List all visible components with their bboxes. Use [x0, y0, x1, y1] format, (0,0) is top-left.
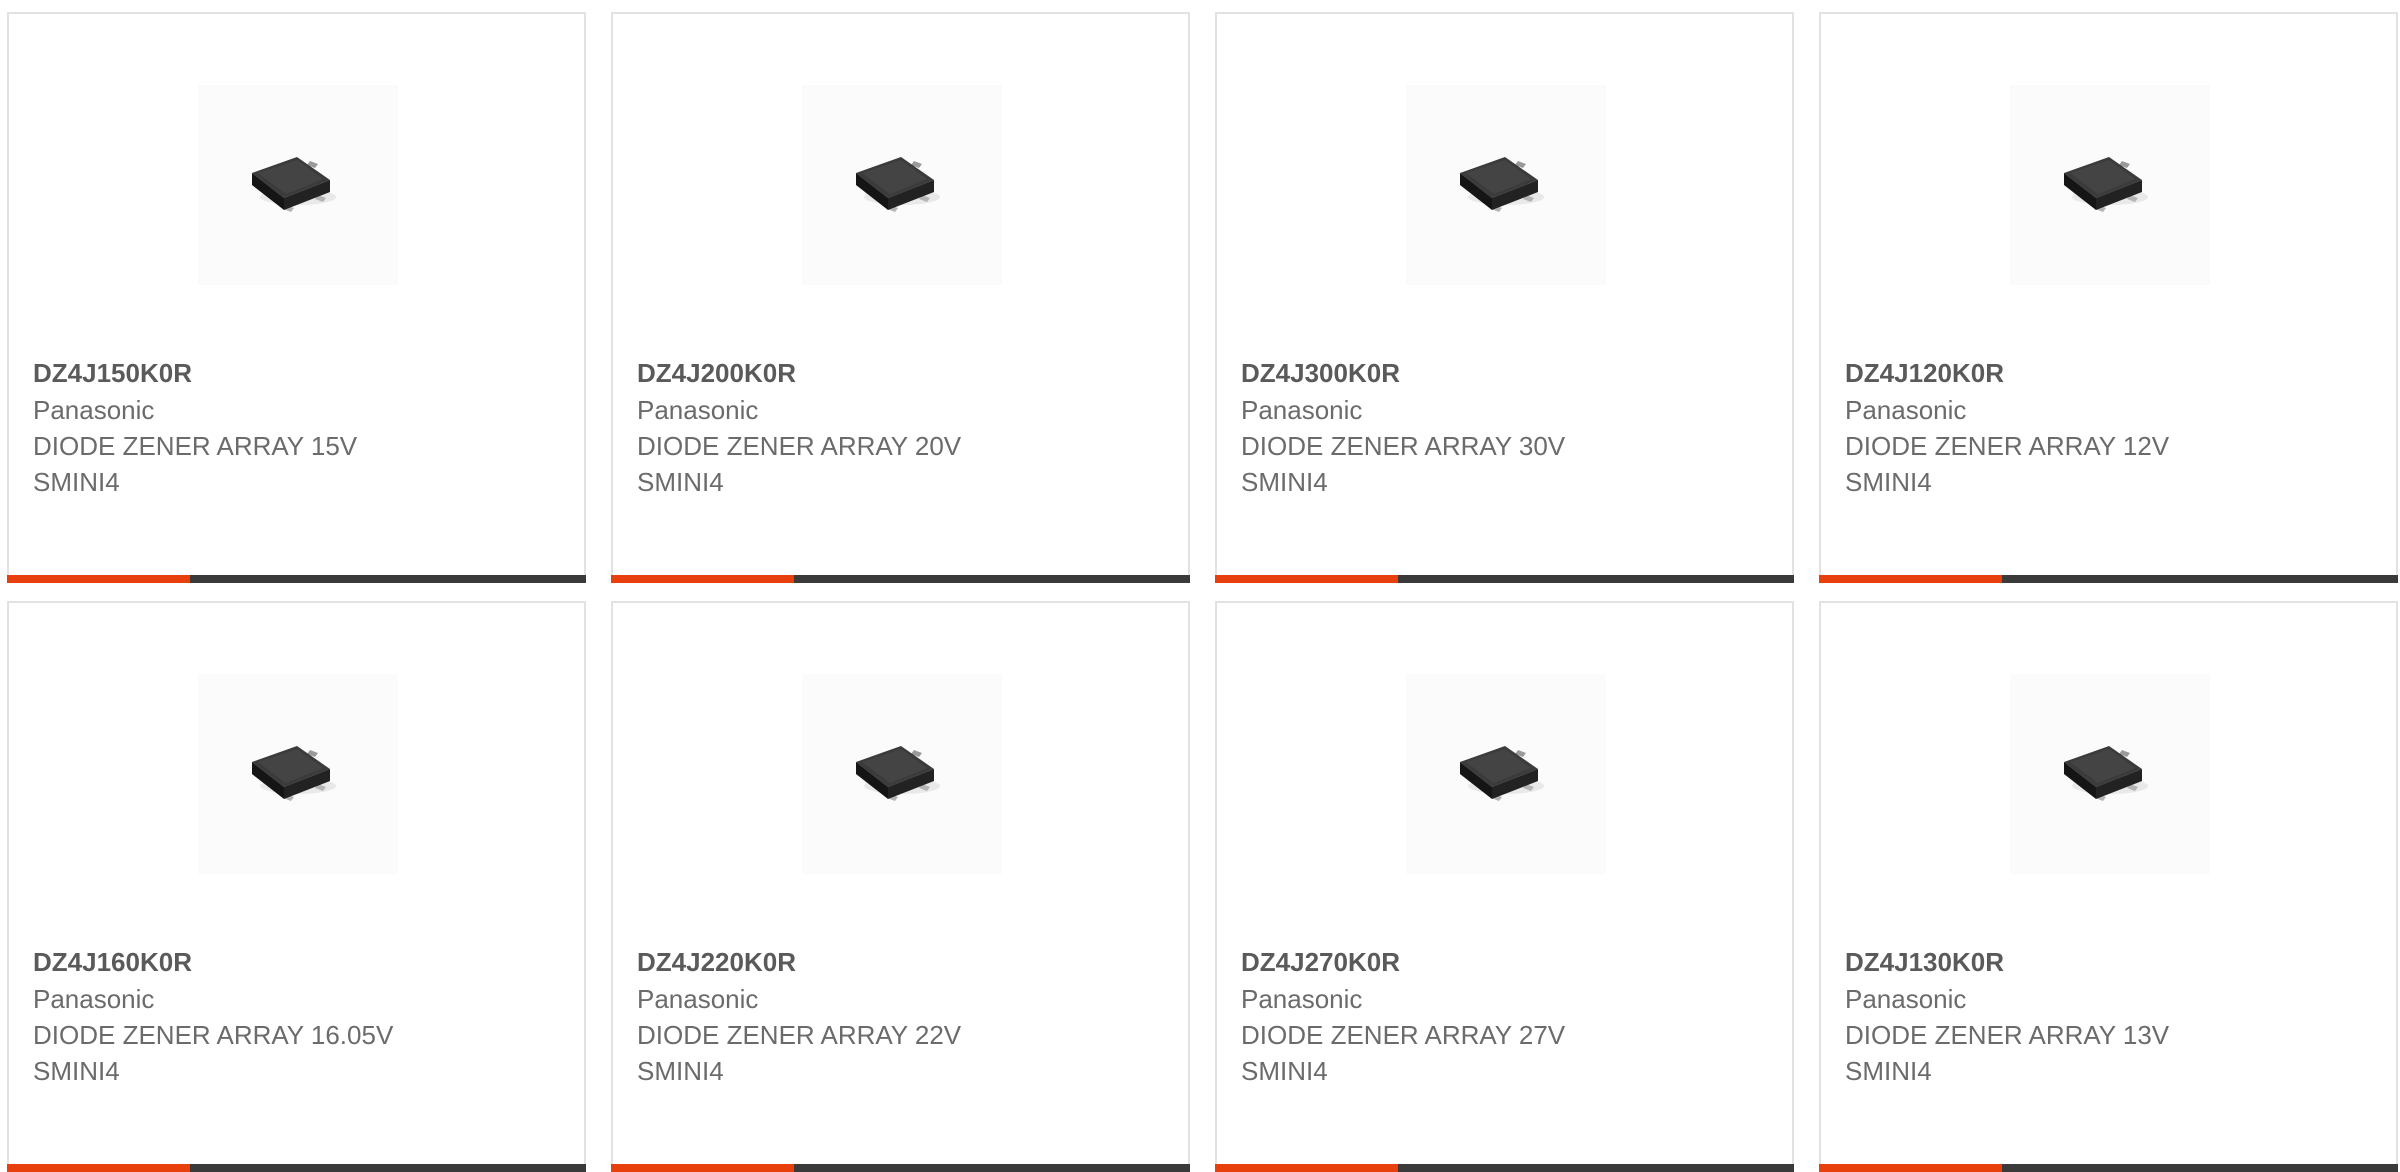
package: SMINI4 — [1241, 1056, 1328, 1086]
package: SMINI4 — [637, 467, 724, 497]
smd-diode-package-icon — [856, 157, 940, 212]
product-card[interactable]: DZ4J130K0R Panasonic DIODE ZENER ARRAY 1… — [1819, 601, 2398, 1172]
package: SMINI4 — [1845, 467, 1932, 497]
card-footer-bar — [1819, 1164, 2398, 1172]
manufacturer: Panasonic — [637, 395, 759, 425]
part-number[interactable]: DZ4J150K0R — [33, 354, 564, 392]
manufacturer: Panasonic — [1845, 984, 1967, 1014]
card-footer-bar — [1215, 575, 1794, 583]
smd-diode-package-icon — [252, 746, 336, 801]
card-accent-bar — [1819, 1164, 2002, 1172]
description: DIODE ZENER ARRAY 22V — [637, 1020, 962, 1050]
product-card[interactable]: DZ4J270K0R Panasonic DIODE ZENER ARRAY 2… — [1215, 601, 1794, 1172]
product-image[interactable] — [802, 85, 1002, 285]
part-number[interactable]: DZ4J220K0R — [637, 943, 1168, 981]
smd-diode-package-icon — [2064, 157, 2148, 212]
smd-diode-package-icon — [252, 157, 336, 212]
card-footer-bar — [1819, 575, 2398, 583]
product-image[interactable] — [198, 674, 398, 874]
part-number[interactable]: DZ4J120K0R — [1845, 354, 2376, 392]
card-accent-bar — [7, 1164, 190, 1172]
part-number[interactable]: DZ4J270K0R — [1241, 943, 1772, 981]
description: DIODE ZENER ARRAY 27V — [1241, 1020, 1566, 1050]
part-number[interactable]: DZ4J200K0R — [637, 354, 1168, 392]
card-accent-bar — [1819, 575, 2002, 583]
manufacturer: Panasonic — [1845, 395, 1967, 425]
product-image[interactable] — [2010, 674, 2210, 874]
package: SMINI4 — [1241, 467, 1328, 497]
manufacturer: Panasonic — [1241, 395, 1363, 425]
card-footer-bar — [1215, 1164, 1794, 1172]
card-footer-bar — [611, 1164, 1190, 1172]
card-footer-bar — [7, 575, 586, 583]
product-image[interactable] — [1406, 85, 1606, 285]
manufacturer: Panasonic — [33, 395, 155, 425]
smd-diode-package-icon — [1460, 157, 1544, 212]
card-accent-bar — [611, 575, 794, 583]
description: DIODE ZENER ARRAY 15V — [33, 431, 358, 461]
smd-diode-package-icon — [1460, 746, 1544, 801]
description: DIODE ZENER ARRAY 16.05V — [33, 1020, 394, 1050]
part-number[interactable]: DZ4J160K0R — [33, 943, 564, 981]
description: DIODE ZENER ARRAY 13V — [1845, 1020, 2170, 1050]
product-card[interactable]: DZ4J300K0R Panasonic DIODE ZENER ARRAY 3… — [1215, 12, 1794, 583]
card-accent-bar — [1215, 1164, 1398, 1172]
card-accent-bar — [611, 1164, 794, 1172]
manufacturer: Panasonic — [1241, 984, 1363, 1014]
smd-diode-package-icon — [2064, 746, 2148, 801]
description: DIODE ZENER ARRAY 20V — [637, 431, 962, 461]
product-image[interactable] — [802, 674, 1002, 874]
product-info: DZ4J150K0R Panasonic DIODE ZENER ARRAY 1… — [33, 354, 564, 500]
product-info: DZ4J220K0R Panasonic DIODE ZENER ARRAY 2… — [637, 943, 1168, 1089]
product-info: DZ4J120K0R Panasonic DIODE ZENER ARRAY 1… — [1845, 354, 2376, 500]
product-info: DZ4J160K0R Panasonic DIODE ZENER ARRAY 1… — [33, 943, 564, 1089]
package: SMINI4 — [637, 1056, 724, 1086]
product-info: DZ4J300K0R Panasonic DIODE ZENER ARRAY 3… — [1241, 354, 1772, 500]
card-accent-bar — [1215, 575, 1398, 583]
part-number[interactable]: DZ4J130K0R — [1845, 943, 2376, 981]
product-info: DZ4J270K0R Panasonic DIODE ZENER ARRAY 2… — [1241, 943, 1772, 1089]
card-footer-bar — [7, 1164, 586, 1172]
description: DIODE ZENER ARRAY 30V — [1241, 431, 1566, 461]
card-footer-bar — [611, 575, 1190, 583]
product-card[interactable]: DZ4J120K0R Panasonic DIODE ZENER ARRAY 1… — [1819, 12, 2398, 583]
product-card[interactable]: DZ4J220K0R Panasonic DIODE ZENER ARRAY 2… — [611, 601, 1190, 1172]
product-image[interactable] — [2010, 85, 2210, 285]
product-image[interactable] — [198, 85, 398, 285]
product-image[interactable] — [1406, 674, 1606, 874]
product-info: DZ4J200K0R Panasonic DIODE ZENER ARRAY 2… — [637, 354, 1168, 500]
package: SMINI4 — [33, 1056, 120, 1086]
product-info: DZ4J130K0R Panasonic DIODE ZENER ARRAY 1… — [1845, 943, 2376, 1089]
product-card[interactable]: DZ4J150K0R Panasonic DIODE ZENER ARRAY 1… — [7, 12, 586, 583]
manufacturer: Panasonic — [33, 984, 155, 1014]
part-number[interactable]: DZ4J300K0R — [1241, 354, 1772, 392]
description: DIODE ZENER ARRAY 12V — [1845, 431, 2170, 461]
package: SMINI4 — [33, 467, 120, 497]
manufacturer: Panasonic — [637, 984, 759, 1014]
card-accent-bar — [7, 575, 190, 583]
smd-diode-package-icon — [856, 746, 940, 801]
product-card[interactable]: DZ4J160K0R Panasonic DIODE ZENER ARRAY 1… — [7, 601, 586, 1172]
product-card[interactable]: DZ4J200K0R Panasonic DIODE ZENER ARRAY 2… — [611, 12, 1190, 583]
package: SMINI4 — [1845, 1056, 1932, 1086]
product-grid: DZ4J150K0R Panasonic DIODE ZENER ARRAY 1… — [7, 12, 2400, 1172]
